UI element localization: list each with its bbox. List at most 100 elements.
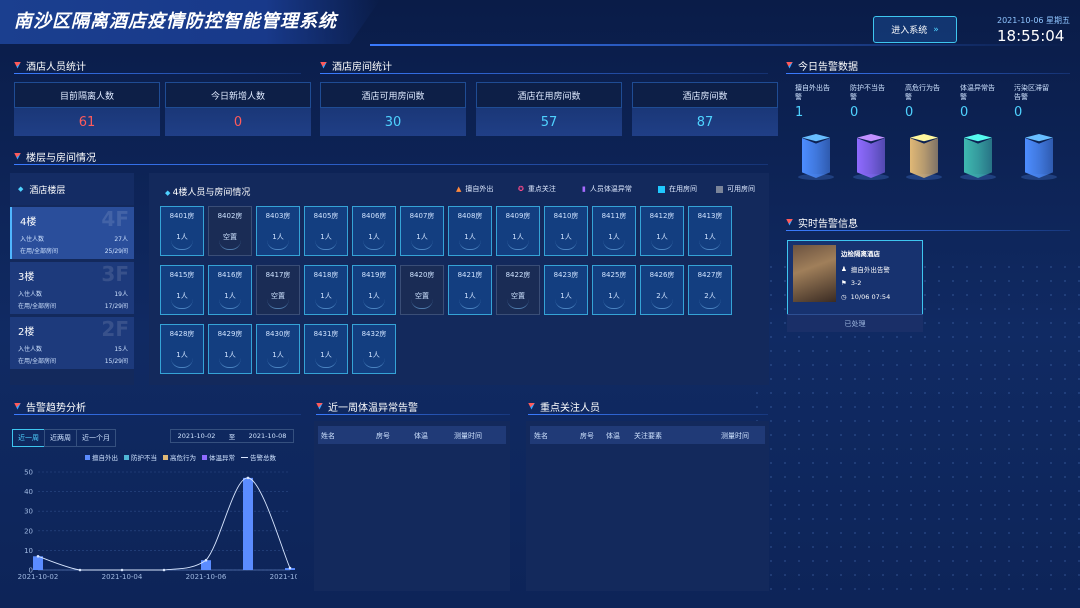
legend-swatch: [85, 454, 90, 460]
alarm-snapshot-image[interactable]: [793, 245, 836, 302]
alarm-label: 防护不当告警: [850, 84, 885, 101]
bullet-icon: ◆: [165, 189, 173, 197]
legend-item: 擅自外出: [85, 452, 118, 462]
floor-big-label: 2F: [101, 317, 129, 341]
legend-label: 高危行为: [170, 454, 196, 462]
alarm-cube-icon: [1021, 134, 1057, 180]
table-header: 姓名 房号 体温 测量时间: [318, 426, 506, 444]
room-gauge: [651, 299, 673, 309]
legend-swatch: [163, 454, 168, 460]
usage-value: 15/29间: [104, 358, 128, 365]
floor-item-2[interactable]: 2F 2楼 入住人数 15人 在用/全部房间 15/29间: [10, 317, 134, 369]
legend-swatch: [124, 454, 129, 460]
room-number: 8430房: [265, 330, 291, 338]
room-cell[interactable]: 8429房 1人: [208, 324, 252, 374]
room-cell[interactable]: 8405房 1人: [304, 206, 348, 256]
room-number: 8408房: [457, 212, 483, 220]
alarm-room-row: ⚑ 3-2: [841, 279, 861, 287]
line-point: [36, 554, 40, 558]
room-gauge: [267, 358, 289, 368]
enter-system-button[interactable]: 进入系统 »: [873, 16, 957, 43]
floor-item-3[interactable]: 3F 3楼 入住人数 19人 在用/全部房间 17/29间: [10, 262, 134, 314]
section-today-alarm: 今日告警数据: [786, 58, 858, 73]
focus-table: [526, 421, 769, 591]
room-number: 8401房: [169, 212, 195, 220]
section-marker-icon: [14, 152, 21, 160]
alarm-type-row: ♟ 擅自外出告警: [841, 264, 890, 274]
room-cell[interactable]: 8408房 1人: [448, 206, 492, 256]
room-cell[interactable]: 8416房 1人: [208, 265, 252, 315]
room-number: 8409房: [505, 212, 531, 220]
col-room: 房号: [580, 432, 594, 440]
tab-one-month[interactable]: 近一个月: [76, 429, 116, 447]
room-cell[interactable]: 8420房 空置: [400, 265, 444, 315]
legend-label: 防护不当: [131, 454, 157, 462]
room-number: 8415房: [169, 271, 195, 279]
usage-value: 25/29间: [104, 248, 128, 255]
room-cell[interactable]: 8432房 1人: [352, 324, 396, 374]
room-cell[interactable]: 8426房 2人: [640, 265, 684, 315]
room-cell[interactable]: 8421房 1人: [448, 265, 492, 315]
section-marker-icon: [316, 402, 323, 410]
alarm-value: 0: [1014, 105, 1023, 120]
room-gauge: [651, 240, 673, 250]
section-marker-icon: [786, 61, 793, 69]
floor-item-4[interactable]: 4F 4楼 入住人数 27人 在用/全部房间 25/29间: [10, 207, 134, 259]
room-cell[interactable]: 8419房 1人: [352, 265, 396, 315]
legend-label: 重点关注: [527, 185, 556, 193]
alarm-cube-icon: [853, 134, 889, 180]
room-gauge: [219, 240, 241, 250]
legend-label: 体温异常: [209, 454, 235, 462]
room-cell[interactable]: 8428房 1人: [160, 324, 204, 374]
current-date: 2021-10-06 星期五: [997, 16, 1071, 25]
tab-one-week[interactable]: 近一周: [12, 429, 45, 447]
room-cell[interactable]: 8409房 1人: [496, 206, 540, 256]
date-separator: 至: [228, 433, 236, 441]
room-number: 8405房: [313, 212, 339, 220]
usage-label: 在用/全部房间: [18, 303, 57, 310]
legend-line: [241, 456, 248, 458]
room-gauge: [507, 299, 529, 309]
cube-body: [857, 138, 885, 178]
section-hotel-people: 酒店人员统计: [14, 58, 86, 73]
focus-icon: ✪: [518, 185, 524, 193]
room-number: 8417房: [265, 271, 291, 279]
cube-body: [964, 138, 992, 178]
room-cell[interactable]: 8401房 1人: [160, 206, 204, 256]
legend-item: 在用房间: [658, 184, 697, 194]
start-date[interactable]: 2021-10-02: [178, 432, 216, 440]
rooms-panel-title: ◆ 4楼人员与房间情况: [165, 185, 250, 198]
room-number: 8406房: [361, 212, 387, 220]
y-tick-label: 30: [24, 508, 33, 516]
room-cell[interactable]: 8431房 1人: [304, 324, 348, 374]
room-cell[interactable]: 8411房 1人: [592, 206, 636, 256]
room-cell[interactable]: 8423房 1人: [544, 265, 588, 315]
room-cell[interactable]: 8417房 空置: [256, 265, 300, 315]
room-cell[interactable]: 8403房 1人: [256, 206, 300, 256]
room-cell[interactable]: 8422房 空置: [496, 265, 540, 315]
room-cell[interactable]: 8413房 1人: [688, 206, 732, 256]
room-cell[interactable]: 8410房 1人: [544, 206, 588, 256]
room-cell[interactable]: 8427房 2人: [688, 265, 732, 315]
legend-item: 防护不当: [124, 452, 157, 462]
room-cell[interactable]: 8406房 1人: [352, 206, 396, 256]
room-number: 8431房: [313, 330, 339, 338]
x-tick-label: 2021-10-06: [186, 573, 227, 581]
section-divider: [14, 73, 301, 74]
date-range-picker[interactable]: 2021-10-02 至 2021-10-08: [170, 429, 294, 443]
room-cell[interactable]: 8430房 1人: [256, 324, 300, 374]
checkin-value: 27人: [114, 236, 128, 243]
room-cell[interactable]: 8415房 1人: [160, 265, 204, 315]
room-number: 8411房: [601, 212, 627, 220]
room-cell[interactable]: 8418房 1人: [304, 265, 348, 315]
available-square-icon: [716, 185, 723, 193]
room-cell[interactable]: 8402房 空置: [208, 206, 252, 256]
room-cell[interactable]: 8407房 1人: [400, 206, 444, 256]
room-number: 8403房: [265, 212, 291, 220]
tab-two-weeks[interactable]: 近两周: [44, 429, 77, 447]
end-date[interactable]: 2021-10-08: [249, 432, 287, 440]
col-time: 测量时间: [721, 432, 749, 440]
room-cell[interactable]: 8425房 1人: [592, 265, 636, 315]
room-cell[interactable]: 8412房 1人: [640, 206, 684, 256]
room-gauge: [315, 299, 337, 309]
